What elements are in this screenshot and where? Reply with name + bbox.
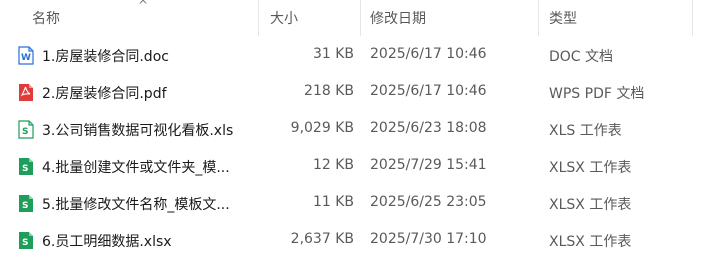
file-name: 4.批量创建文件或文件夹_模... [42,160,230,176]
svg-text:S: S [22,127,28,137]
excel-xls-icon: S [18,120,34,139]
file-size: 9,029 KB [290,120,354,136]
svg-text:W: W [21,53,31,63]
file-size: 2,637 KB [290,231,354,247]
column-divider[interactable] [258,0,259,36]
file-modified: 2025/7/30 17:10 [370,231,487,247]
file-name: 2.房屋装修合同.pdf [42,86,167,102]
file-name: 5.批量修改文件名称_模板文... [42,197,230,213]
file-row[interactable]: W 1.房屋装修合同.doc 31 KB 2025/6/17 10:46 DOC… [0,37,714,74]
file-row[interactable]: 2.房屋装修合同.pdf 218 KB 2025/6/17 10:46 WPS … [0,74,714,111]
file-type: DOC 文档 [549,49,614,65]
file-type: XLSX 工作表 [549,197,632,213]
column-divider[interactable] [360,0,361,36]
file-modified: 2025/6/17 10:46 [370,83,487,99]
svg-text:S: S [22,201,28,211]
svg-text:S: S [22,238,28,248]
file-name: 3.公司销售数据可视化看板.xls [42,123,234,139]
column-header-bar: 名称 ^ 大小 修改日期 类型 [0,0,714,36]
column-header-name[interactable]: 名称 [32,8,60,28]
file-type: XLS 工作表 [549,123,622,139]
file-size: 218 KB [304,83,354,99]
column-header-size[interactable]: 大小 [270,8,298,28]
column-divider[interactable] [692,0,693,36]
file-name: 6.员工明细数据.xlsx [42,234,172,250]
file-modified: 2025/6/23 18:08 [370,120,487,136]
file-type: WPS PDF 文档 [549,86,645,102]
sort-ascending-icon: ^ [138,0,149,12]
file-modified: 2025/7/29 15:41 [370,157,487,173]
column-header-modified[interactable]: 修改日期 [370,8,426,28]
file-modified: 2025/6/17 10:46 [370,46,487,62]
file-row[interactable]: S 3.公司销售数据可视化看板.xls 9,029 KB 2025/6/23 1… [0,111,714,148]
pdf-icon [19,84,33,101]
file-modified: 2025/6/25 23:05 [370,194,487,210]
word-doc-icon: W [18,46,34,65]
file-name: 1.房屋装修合同.doc [42,49,169,65]
column-header-type[interactable]: 类型 [549,8,577,28]
file-size: 12 KB [312,157,354,173]
file-row[interactable]: S 4.批量创建文件或文件夹_模... 12 KB 2025/7/29 15:4… [0,148,714,185]
file-type: XLSX 工作表 [549,234,632,250]
excel-xlsx-icon: S [19,158,33,175]
file-row[interactable]: S 6.员工明细数据.xlsx 2,637 KB 2025/7/30 17:10… [0,222,714,259]
file-size: 11 KB [312,194,354,210]
excel-xlsx-icon: S [19,195,33,212]
file-size: 31 KB [312,46,354,62]
file-type: XLSX 工作表 [549,160,632,176]
excel-xlsx-icon: S [19,232,33,249]
column-divider[interactable] [538,0,539,36]
file-row[interactable]: S 5.批量修改文件名称_模板文... 11 KB 2025/6/25 23:0… [0,185,714,222]
svg-text:S: S [22,164,28,174]
